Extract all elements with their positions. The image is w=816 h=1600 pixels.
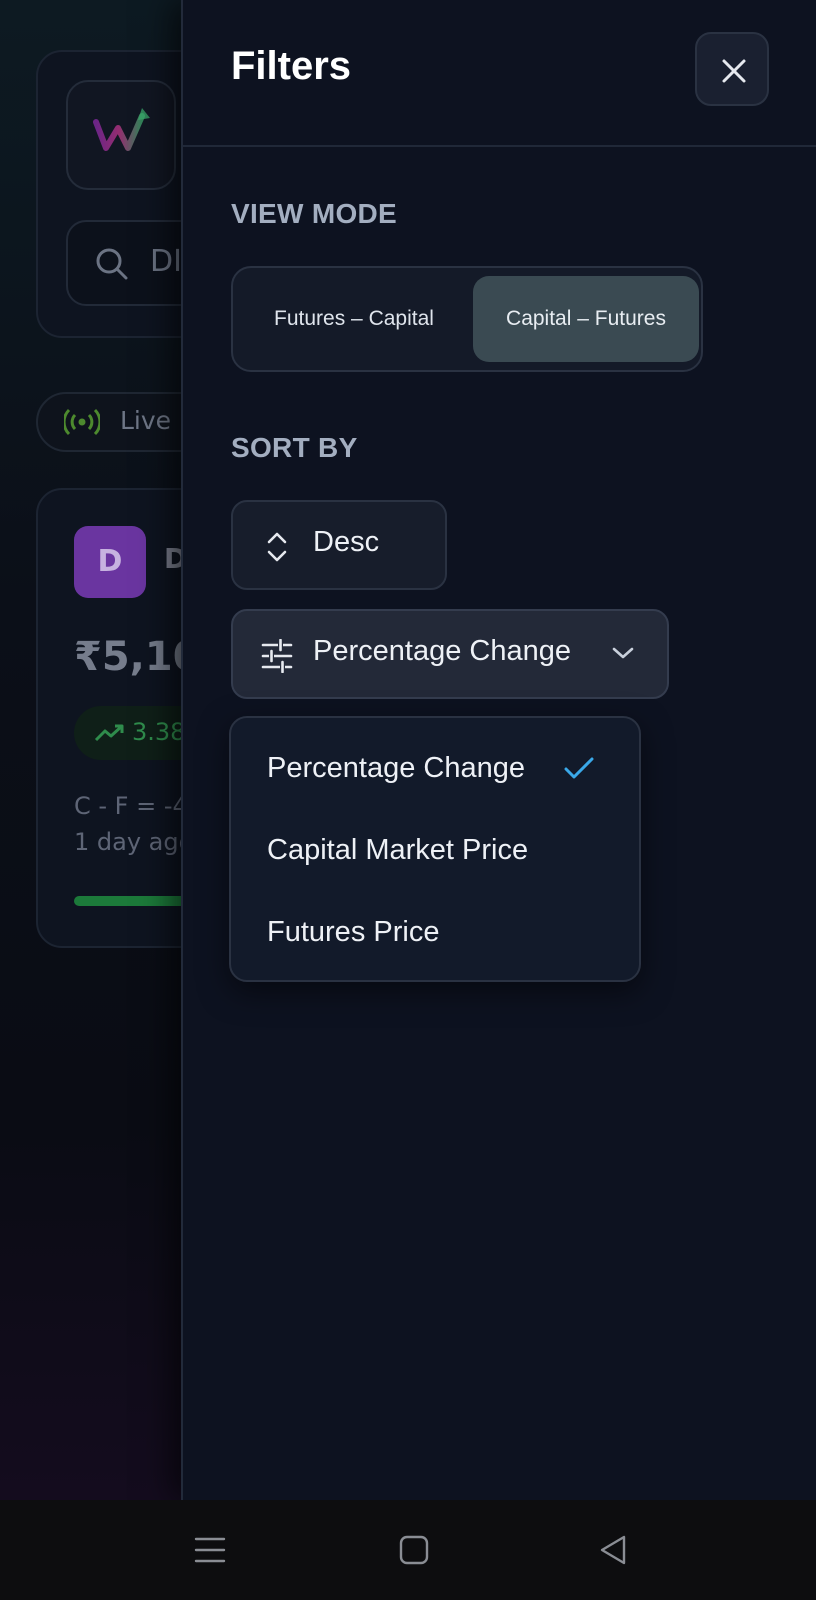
drawer-header: Filters — [183, 0, 816, 147]
menu-icon — [194, 1537, 226, 1563]
dropdown-option-percentage-change[interactable]: Percentage Change — [267, 736, 627, 800]
nav-home-button[interactable] — [396, 1532, 432, 1572]
close-icon — [722, 59, 746, 83]
sort-order-label: Desc — [313, 526, 380, 558]
drawer-title: Filters — [231, 44, 352, 88]
view-mode-toggle: Futures – Capital Capital – Futures — [231, 266, 703, 372]
toggle-capital-futures[interactable]: Capital – Futures — [473, 276, 699, 362]
close-button[interactable] — [695, 32, 769, 106]
nav-back-button[interactable] — [596, 1532, 632, 1572]
sort-field-dropdown: Percentage Change Capital Market Price F… — [229, 716, 641, 982]
system-nav-bar — [0, 1500, 816, 1600]
dropdown-option-label: Percentage Change — [267, 752, 525, 784]
sliders-icon — [261, 639, 293, 673]
logo-icon — [93, 108, 150, 151]
stock-avatar: D — [74, 526, 146, 598]
sort-field-select[interactable]: Percentage Change — [231, 609, 669, 699]
dropdown-option-futures-price[interactable]: Futures Price — [267, 900, 627, 964]
filters-drawer: Filters VIEW MODE Futures – Capital Capi… — [181, 0, 816, 1500]
back-icon — [600, 1535, 626, 1565]
cf-text: C - F = -4 — [74, 792, 188, 820]
toggle-futures-capital[interactable]: Futures – Capital — [241, 276, 467, 362]
home-icon — [399, 1535, 429, 1565]
trend-up-icon — [94, 724, 124, 742]
sort-order-button[interactable]: Desc — [231, 500, 447, 590]
search-icon — [96, 248, 128, 280]
view-mode-label: VIEW MODE — [231, 198, 398, 229]
nav-menu-button[interactable] — [192, 1532, 228, 1572]
live-signal-icon — [64, 408, 100, 436]
change-value: 3.38 — [132, 718, 186, 746]
dropdown-option-capital-market-price[interactable]: Capital Market Price — [267, 818, 627, 882]
search-text: DI — [150, 244, 182, 279]
sort-field-value: Percentage Change — [313, 635, 571, 667]
updated-ago: 1 day ago — [74, 828, 194, 856]
chevron-down-icon — [612, 647, 634, 659]
screen: DI Live U D D ₹5,10 3.38 C - F = -4 1 da… — [0, 0, 816, 1600]
check-icon — [564, 757, 594, 779]
app-logo — [66, 80, 176, 190]
sort-by-label: SORT BY — [231, 432, 358, 463]
sort-updown-icon — [267, 532, 287, 562]
